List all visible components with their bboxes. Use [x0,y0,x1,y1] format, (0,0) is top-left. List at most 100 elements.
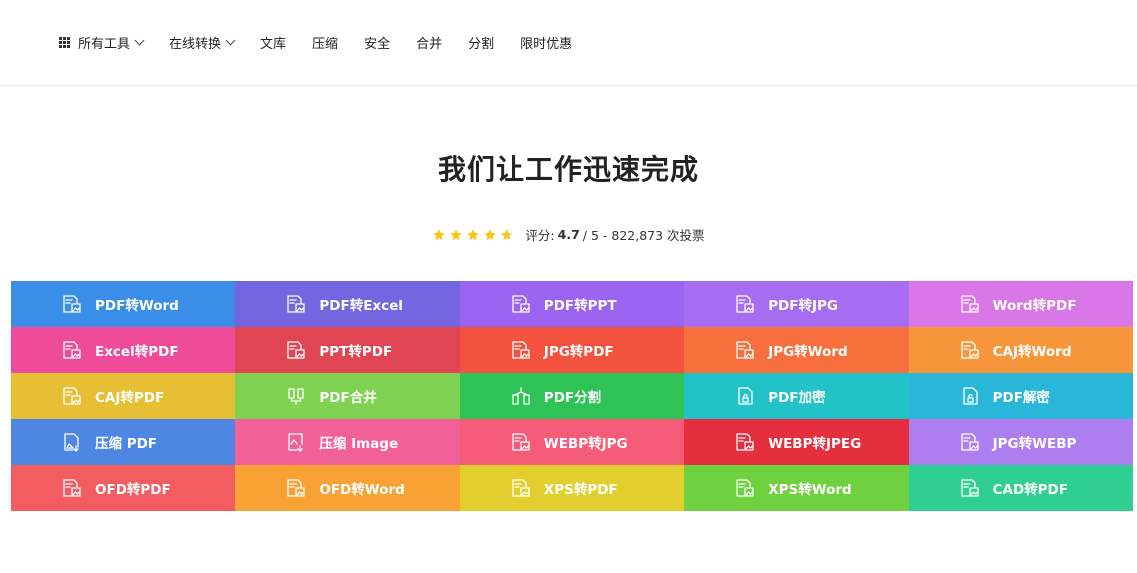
tool-tile[interactable]: PDF分割 [459,373,685,419]
nav-promo[interactable]: 限时优惠 [520,33,572,52]
tool-tile[interactable]: PDF加密 [684,373,909,419]
tool-label: CAJ转Word [992,344,1072,360]
tool-tile[interactable]: PDF合并 [235,373,460,419]
document-image-icon [286,294,306,314]
compress-image-icon [286,432,306,452]
document-image-icon [735,432,755,452]
tool-tile[interactable]: CAJ转PDF [11,373,236,419]
tool-label: PPT转PDF [319,344,393,360]
document-image-icon [62,386,82,406]
tool-label: Word转PDF [992,298,1077,314]
nav-library[interactable]: 文库 [260,33,286,52]
lock-icon [735,386,755,406]
document-image-icon [960,478,980,498]
star-icon [501,228,514,240]
star-icon [433,228,446,240]
document-image-icon [511,432,531,452]
tool-tile[interactable]: JPG转Word [684,327,909,373]
nav-split[interactable]: 分割 [468,33,494,52]
nav-security[interactable]: 安全 [364,33,390,52]
tool-tile[interactable]: Word转PDF [908,281,1133,327]
tool-label: PDF合并 [319,390,377,406]
tool-label: Excel转PDF [95,344,179,360]
tools-grid: PDF转Word PDF转Excel PDF转PPT PDF转JPG Word转PDF E… [11,281,1133,511]
chevron-down-icon [134,35,145,46]
tool-label: WEBP转JPEG [768,436,862,452]
rating-prefix: 评分: [525,228,555,243]
compress-icon [62,432,82,452]
rating-bar: 评分: 4.7 / 5 - 822,873 次投票 [0,225,1137,244]
tool-tile[interactable]: PDF转Word [11,281,236,327]
tool-tile[interactable]: PDF转Excel [235,281,460,327]
tool-tile[interactable]: 压缩 PDF [11,419,236,465]
tool-label: 压缩 Image [319,436,399,452]
nav-online-convert-label: 在线转换 [169,37,222,52]
tool-tile[interactable]: 压缩 Image [235,419,460,465]
tool-tile[interactable]: JPG转PDF [459,327,685,373]
tool-label: 压缩 PDF [95,436,158,452]
top-nav: 所有工具 在线转换 文库 压缩 安全 合并 分割 限时优惠 [0,0,1137,86]
document-image-icon [960,294,980,314]
rating-stars [432,228,517,242]
nav-compress-label: 压缩 [312,37,339,52]
tool-label: JPG转Word [768,344,848,360]
nav-all-tools-label: 所有工具 [78,37,131,52]
star-icon [484,228,497,240]
document-image-icon [62,478,82,498]
tool-tile[interactable]: CAD转PDF [908,465,1133,511]
tool-label: PDF解密 [992,390,1050,406]
tool-tile[interactable]: PDF转PPT [459,281,685,327]
chevron-down-icon [225,35,236,46]
document-image-icon [511,340,531,360]
nav-online-convert[interactable]: 在线转换 [169,33,236,52]
tool-label: PDF转JPG [768,298,839,314]
document-image-icon [735,478,755,498]
document-image-icon [511,478,531,498]
tool-tile[interactable]: OFD转PDF [11,465,236,511]
tool-tile[interactable]: PPT转PDF [235,327,460,373]
document-image-icon [62,340,82,360]
document-image-icon [286,340,306,360]
tool-label: PDF转Excel [319,298,403,314]
tool-label: XPS转Word [768,482,852,498]
star-icon [467,228,480,240]
nav-merge[interactable]: 合并 [416,33,442,52]
tool-tile[interactable]: WEBP转JPG [459,419,685,465]
tool-tile[interactable]: JPG转WEBP [908,419,1133,465]
tool-label: CAJ转PDF [95,390,165,406]
tool-label: JPG转WEBP [992,436,1077,452]
document-image-icon [735,340,755,360]
rating-suffix: / 5 - 822,873 次投票 [582,228,705,243]
tool-tile[interactable]: PDF解密 [908,373,1133,419]
tool-tile[interactable]: OFD转Word [235,465,460,511]
document-image-icon [960,432,980,452]
tool-label: PDF加密 [768,390,826,406]
star-icon [450,228,463,240]
nav-all-tools[interactable]: 所有工具 [59,33,145,52]
tool-label: PDF转PPT [543,298,617,314]
tool-tile[interactable]: CAJ转Word [908,327,1133,373]
tool-label: JPG转PDF [543,344,614,360]
rating-score: 4.7 [557,227,580,242]
nav-merge-label: 合并 [416,37,443,52]
nav-split-label: 分割 [468,37,495,52]
tool-tile[interactable]: PDF转JPG [684,281,909,327]
tool-tile[interactable]: Excel转PDF [11,327,236,373]
page-title: 我们让工作迅速完成 [437,153,699,186]
tool-label: OFD转Word [319,482,405,498]
tool-tile[interactable]: WEBP转JPEG [684,419,909,465]
tool-label: OFD转PDF [95,482,171,498]
tool-label: PDF分割 [543,390,602,406]
tool-label: WEBP转JPG [543,436,628,452]
nav-compress[interactable]: 压缩 [312,33,338,52]
tool-label: PDF转Word [95,298,179,314]
split-icon [511,386,531,406]
document-image-icon [960,340,980,360]
document-image-icon [511,294,531,314]
nav-promo-label: 限时优惠 [520,37,573,52]
document-image-icon [286,478,306,498]
document-image-icon [62,294,82,314]
tool-label: CAD转PDF [992,482,1068,498]
tool-tile[interactable]: XPS转PDF [459,465,685,511]
tool-tile[interactable]: XPS转Word [684,465,909,511]
